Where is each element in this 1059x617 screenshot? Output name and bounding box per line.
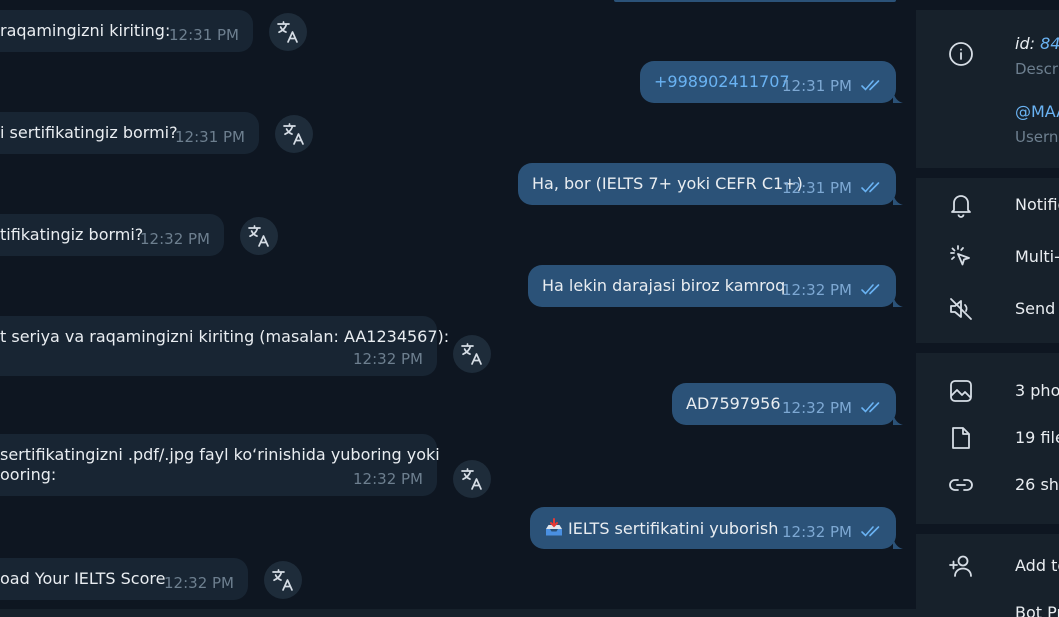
notifications-item[interactable]: Notific (1015, 195, 1059, 214)
read-checkmarks-icon (861, 526, 880, 537)
translate-icon (461, 468, 482, 490)
message-time: 12:32 PM (353, 350, 423, 368)
bubble-tail (893, 413, 903, 425)
message-bubble-outgoing[interactable]: +998902411707 12:31 PM (640, 61, 896, 103)
section-divider (916, 168, 1059, 178)
message-bubble-incoming[interactable]: t seriya va raqamingizni kiriting (masal… (0, 316, 449, 376)
info-icon (948, 41, 974, 67)
message-time: 12:32 PM (164, 574, 234, 592)
translate-icon (272, 569, 293, 591)
message-text: raqamingizni kiriting: (0, 21, 171, 40)
message-bubble-incoming[interactable]: tifikatingiz bormi? 12:32 PM (0, 214, 224, 256)
add-to-item[interactable]: Add to (1015, 556, 1059, 575)
message-bubble-outgoing[interactable]: AD7597956 12:32 PM (672, 383, 896, 425)
previous-message-edge (614, 0, 896, 2)
section-divider (916, 0, 1059, 10)
message-bubble-incoming[interactable]: i sertifikatingiz bormi? 12:31 PM (0, 112, 259, 154)
message-bubble-outgoing[interactable]: Ha, bor (IELTS 7+ yoki CEFR C1+) 12:31 P… (518, 163, 896, 205)
file-icon (948, 425, 974, 451)
links-item[interactable]: 26 sha (1015, 475, 1059, 494)
translate-icon (283, 123, 304, 145)
bot-privacy-item[interactable]: Bot Pr (1015, 603, 1059, 617)
username-link[interactable]: @MAA (1015, 102, 1059, 121)
photo-icon (948, 378, 974, 404)
add-user-icon (948, 553, 974, 579)
message-time: 12:31 PM (782, 179, 852, 197)
profile-sidebar: id: 842 Descr @MAA Usern Notific Multi- … (916, 0, 1059, 617)
description-label: Descr (1015, 60, 1059, 78)
mute-icon (948, 296, 974, 322)
translate-button[interactable] (275, 115, 313, 153)
bell-icon (948, 192, 974, 218)
message-bubble-incoming[interactable]: sertifikatingizni .pdf/.jpg fayl ko‘rini… (0, 434, 440, 496)
phone-link[interactable]: +998902411707 (654, 72, 790, 91)
link-icon (948, 472, 974, 498)
read-checkmarks-icon (861, 182, 880, 193)
message-text: Ha, bor (IELTS 7+ yoki CEFR C1+) (532, 174, 803, 193)
bubble-tail (893, 295, 903, 307)
translate-button[interactable] (453, 460, 491, 498)
message-text: Ha lekin darajasi biroz kamroq (542, 276, 786, 295)
message-time: 12:32 PM (782, 399, 852, 417)
read-checkmarks-icon (861, 402, 880, 413)
inbox-tray-icon (546, 518, 562, 536)
id-value[interactable]: 842 (1040, 34, 1059, 53)
message-text: oad Your IELTS Score (0, 569, 166, 588)
translate-icon (277, 21, 298, 43)
message-time: 12:32 PM (782, 281, 852, 299)
chat-bottom-edge (0, 609, 916, 617)
section-divider (916, 524, 1059, 534)
read-checkmarks-icon (861, 80, 880, 91)
multi-item[interactable]: Multi- (1015, 247, 1059, 266)
translate-icon (248, 225, 269, 247)
bot-id[interactable]: id: 842 (1015, 34, 1059, 53)
bubble-tail (893, 537, 903, 549)
bubble-tail (893, 91, 903, 103)
translate-button[interactable] (240, 217, 278, 255)
translate-button[interactable] (269, 13, 307, 51)
message-bubble-incoming[interactable]: oad Your IELTS Score 12:32 PM (0, 558, 248, 600)
message-time: 12:32 PM (353, 470, 423, 488)
message-time: 12:31 PM (175, 128, 245, 146)
section-divider (916, 343, 1059, 353)
message-time: 12:32 PM (140, 230, 210, 248)
message-bubble-incoming[interactable]: raqamingizni kiriting: 12:31 PM (0, 10, 253, 52)
translate-button[interactable] (264, 561, 302, 599)
photos-item[interactable]: 3 phot (1015, 381, 1059, 400)
id-label: id: (1015, 34, 1035, 53)
translate-button[interactable] (453, 335, 491, 373)
message-text: t seriya va raqamingizni kiriting (masal… (0, 327, 450, 346)
bubble-tail (893, 193, 903, 205)
message-time: 12:32 PM (782, 523, 852, 541)
message-text: tifikatingiz bormi? (0, 225, 144, 244)
translate-icon (461, 343, 482, 365)
message-text: i sertifikatingiz bormi? (0, 123, 178, 142)
files-item[interactable]: 19 file (1015, 428, 1059, 447)
message-text: IELTS sertifikatini yuborish (568, 519, 779, 538)
chat-area: raqamingizni kiriting: 12:31 PM +9989024… (0, 0, 916, 617)
message-bubble-outgoing[interactable]: IELTS sertifikatini yuborish 12:32 PM (530, 507, 896, 549)
username-label: Usern (1015, 128, 1059, 146)
cursor-click-icon (948, 244, 974, 270)
read-checkmarks-icon (861, 284, 880, 295)
message-time: 12:31 PM (169, 26, 239, 44)
message-text: AD7597956 (686, 394, 781, 413)
message-text-line-1: sertifikatingizni .pdf/.jpg fayl ko‘rini… (0, 445, 440, 464)
send-item[interactable]: Send w (1015, 299, 1059, 318)
message-time: 12:31 PM (782, 77, 852, 95)
message-bubble-outgoing[interactable]: Ha lekin darajasi biroz kamroq 12:32 PM (528, 265, 896, 307)
